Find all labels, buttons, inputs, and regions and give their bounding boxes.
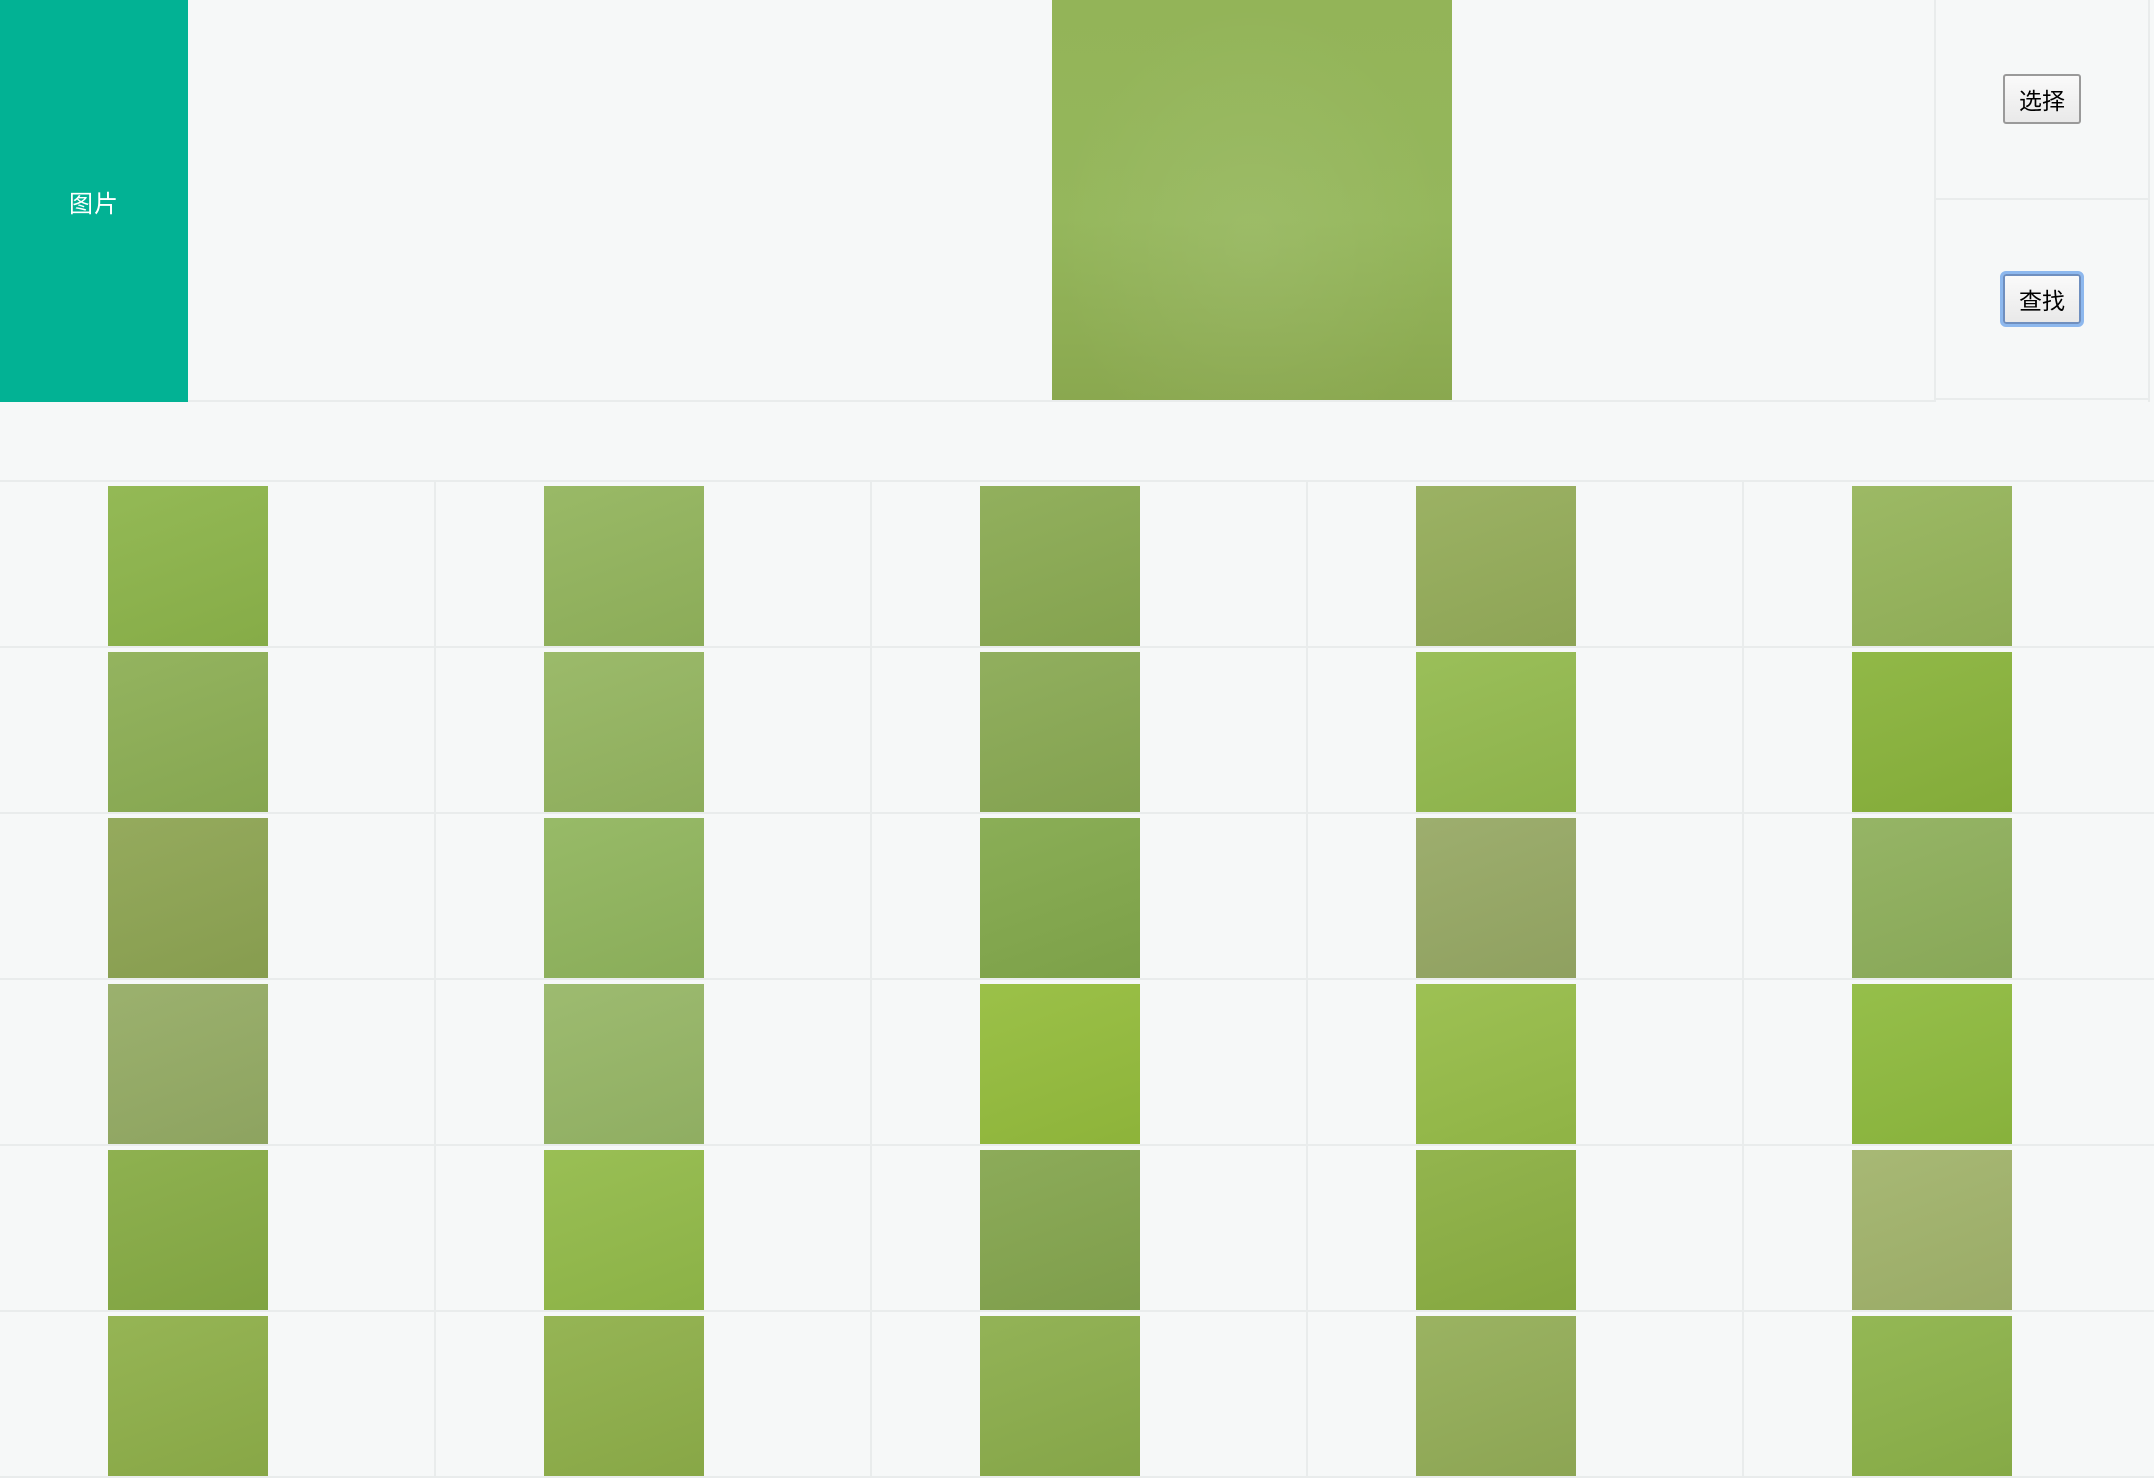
result-thumbnail[interactable] [980,652,1140,812]
result-thumbnail[interactable] [108,1150,268,1310]
result-thumbnail[interactable] [980,1316,1140,1476]
result-thumbnail[interactable] [1852,652,2012,812]
result-thumbnail[interactable] [544,1316,704,1476]
result-cell [1308,482,1744,648]
result-thumbnail[interactable] [1416,652,1576,812]
preview-cell [188,0,1936,402]
result-cell [1744,814,2154,980]
result-thumbnail[interactable] [1852,1150,2012,1310]
upload-form: 图片 选择 查找 [0,0,2154,402]
result-thumbnail[interactable] [544,984,704,1144]
result-cell [1308,1146,1744,1312]
result-cell [1744,1312,2154,1478]
preview-image [1052,0,1452,400]
spacer-row [0,402,2154,482]
result-cell [436,1312,872,1478]
result-cell [0,482,436,648]
result-thumbnail[interactable] [1416,984,1576,1144]
result-cell [1744,482,2154,648]
result-cell [1744,1146,2154,1312]
result-thumbnail[interactable] [1852,818,2012,978]
result-thumbnail[interactable] [108,652,268,812]
result-cell [436,814,872,980]
result-cell [1308,648,1744,814]
result-cell [436,482,872,648]
result-thumbnail[interactable] [544,652,704,812]
result-cell [1308,814,1744,980]
result-cell [0,1312,436,1478]
search-button[interactable]: 查找 [2000,271,2084,327]
result-thumbnail[interactable] [980,1150,1140,1310]
results-grid [0,482,2154,1478]
result-cell [872,1146,1308,1312]
result-thumbnail[interactable] [1416,818,1576,978]
result-cell [0,648,436,814]
result-thumbnail[interactable] [108,984,268,1144]
result-cell [0,1146,436,1312]
result-cell [1744,980,2154,1146]
actions-cell: 选择 查找 [1936,0,2150,402]
result-thumbnail[interactable] [544,818,704,978]
image-label-cell: 图片 [0,0,188,402]
result-thumbnail[interactable] [1416,1316,1576,1476]
result-cell [436,648,872,814]
result-thumbnail[interactable] [108,486,268,646]
result-cell [1308,1312,1744,1478]
result-thumbnail[interactable] [1852,486,2012,646]
result-cell [872,814,1308,980]
result-cell [0,980,436,1146]
select-row: 选择 [1936,0,2148,200]
result-thumbnail[interactable] [1416,1150,1576,1310]
result-thumbnail[interactable] [980,486,1140,646]
result-thumbnail[interactable] [544,486,704,646]
result-thumbnail[interactable] [1852,984,2012,1144]
result-thumbnail[interactable] [108,1316,268,1476]
result-cell [872,482,1308,648]
result-cell [1744,648,2154,814]
result-cell [872,1312,1308,1478]
result-cell [436,1146,872,1312]
result-thumbnail[interactable] [1852,1316,2012,1476]
result-cell [436,980,872,1146]
result-cell [872,648,1308,814]
select-button[interactable]: 选择 [2003,74,2081,124]
result-thumbnail[interactable] [1416,486,1576,646]
result-cell [0,814,436,980]
result-cell [872,980,1308,1146]
search-row: 查找 [1936,200,2148,400]
result-cell [1308,980,1744,1146]
result-thumbnail[interactable] [108,818,268,978]
result-thumbnail[interactable] [544,1150,704,1310]
result-thumbnail[interactable] [980,984,1140,1144]
image-label: 图片 [69,189,119,218]
result-thumbnail[interactable] [980,818,1140,978]
